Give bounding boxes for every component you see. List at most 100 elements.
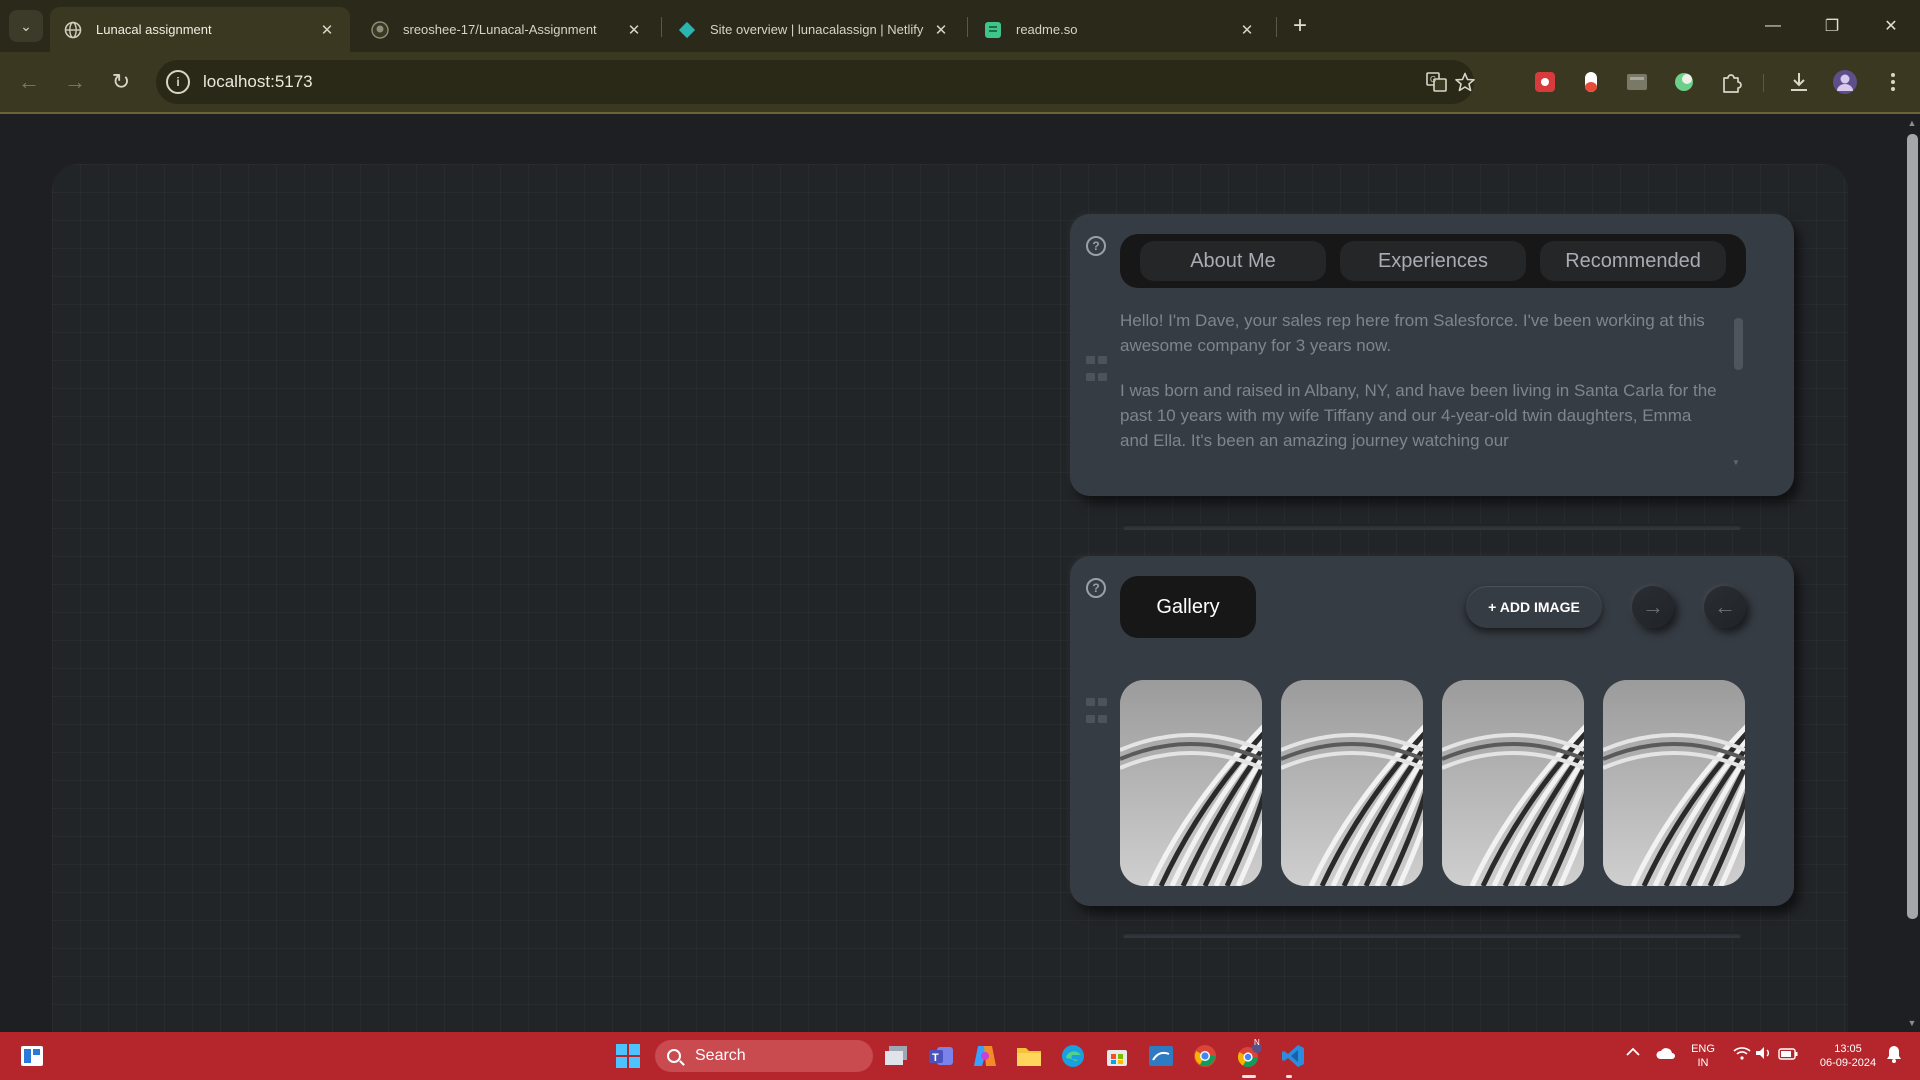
task-view-icon[interactable] [880, 1040, 912, 1072]
gallery-image-art [1120, 680, 1262, 886]
browser-tab-github[interactable]: sreoshee-17/Lunacal-Assignment ✕ [357, 7, 657, 52]
notification-bell-icon[interactable] [1886, 1045, 1902, 1066]
battery-icon[interactable] [1778, 1047, 1798, 1063]
teams-icon[interactable]: T [925, 1040, 957, 1072]
tab-title: Lunacal assignment [96, 22, 212, 37]
page-scrollbar-thumb[interactable] [1907, 134, 1918, 919]
netlify-icon [678, 21, 696, 39]
gallery-widget: ? Gallery + ADD IMAGE → ← [1070, 556, 1794, 906]
help-icon[interactable]: ? [1086, 578, 1106, 598]
close-tab-icon[interactable]: ✕ [625, 21, 643, 39]
edge-icon[interactable] [1057, 1040, 1089, 1072]
site-info-icon[interactable]: i [166, 70, 190, 94]
close-tab-icon[interactable]: ✕ [318, 21, 336, 39]
address-url[interactable]: localhost:5173 [203, 72, 313, 92]
close-tab-icon[interactable]: ✕ [932, 21, 950, 39]
arrow-left-icon: ← [18, 69, 40, 94]
scroll-down-icon[interactable]: ▼ [1732, 458, 1740, 467]
tab-experiences[interactable]: Experiences [1340, 241, 1526, 281]
extension-capsule-icon[interactable] [1578, 69, 1604, 95]
tab-about-me[interactable]: About Me [1140, 241, 1326, 281]
minimize-button[interactable]: — [1744, 0, 1802, 52]
drag-grip-icon[interactable] [1086, 698, 1107, 728]
section-divider [1122, 524, 1742, 530]
search-icon [667, 1049, 681, 1063]
input-language[interactable]: ENG IN [1686, 1042, 1720, 1070]
reload-button[interactable]: ↻ [104, 65, 138, 99]
gallery-next-button[interactable]: → [1632, 586, 1674, 628]
restore-icon: ❐ [1824, 18, 1840, 35]
about-tab-bar: About Me Experiences Recommended [1120, 234, 1746, 288]
new-tab-button[interactable]: + [1286, 12, 1314, 40]
extension-red-icon[interactable] [1532, 69, 1558, 95]
show-hidden-icons-chevron-icon[interactable] [1626, 1044, 1640, 1060]
microsoft-store-icon[interactable] [1101, 1040, 1133, 1072]
close-window-button[interactable]: ✕ [1862, 0, 1920, 52]
browser-tab-netlify[interactable]: Site overview | lunacalassign | Netlify … [664, 7, 964, 52]
profile-avatar[interactable] [1832, 69, 1858, 95]
gallery-title: Gallery [1120, 576, 1256, 638]
page-viewport: ? About Me Experiences Recommended Hello… [0, 114, 1920, 1032]
browser-tab-readme[interactable]: readme.so ✕ [970, 7, 1270, 52]
gallery-image[interactable] [1442, 680, 1584, 886]
extensions-puzzle-icon[interactable] [1718, 69, 1744, 95]
wifi-icon[interactable] [1733, 1046, 1751, 1063]
bookmark-star-icon[interactable] [1452, 69, 1478, 95]
gallery-image[interactable] [1120, 680, 1262, 886]
svg-text:T: T [932, 1052, 939, 1064]
github-icon [371, 20, 389, 39]
copilot-icon[interactable] [969, 1040, 1001, 1072]
browser-tab-lunacal[interactable]: Lunacal assignment ✕ [50, 7, 350, 52]
add-image-button[interactable]: + ADD IMAGE [1466, 586, 1602, 628]
extension-media-icon[interactable] [1624, 69, 1650, 95]
page-scrollbar[interactable]: ▲ ▼ [1904, 114, 1920, 1032]
gallery-image[interactable] [1281, 680, 1423, 886]
download-icon[interactable] [1786, 69, 1812, 95]
close-icon: ✕ [1884, 18, 1898, 35]
clock[interactable]: 13:05 06-09-2024 [1806, 1042, 1890, 1070]
plus-icon: + [1292, 12, 1307, 39]
globe-icon [64, 21, 82, 39]
taskbar-search-label: Search [695, 1047, 746, 1064]
close-tab-icon[interactable]: ✕ [1238, 21, 1256, 39]
chrome-icon[interactable] [1189, 1040, 1221, 1072]
translate-icon[interactable]: G [1424, 69, 1450, 95]
about-paragraph: I was born and raised in Albany, NY, and… [1120, 381, 1717, 450]
notification-badge: N [1254, 1038, 1260, 1047]
gallery-image-art [1603, 680, 1745, 886]
mysql-icon[interactable] [1145, 1040, 1177, 1072]
active-app-indicator [1242, 1075, 1256, 1078]
drag-grip-icon[interactable] [1086, 356, 1107, 386]
vscode-icon[interactable] [1277, 1040, 1309, 1072]
taskbar-search[interactable]: Search [655, 1040, 873, 1072]
address-bar[interactable]: i localhost:5173 G [156, 60, 1475, 104]
scroll-up-icon[interactable]: ▲ [1907, 118, 1917, 128]
arrow-left-icon: ← [1714, 594, 1736, 619]
volume-icon[interactable] [1755, 1046, 1773, 1063]
about-scrollbar-thumb[interactable] [1734, 318, 1743, 370]
scroll-down-icon[interactable]: ▼ [1907, 1018, 1917, 1028]
tab-search-button[interactable]: ⌄ [9, 10, 43, 42]
tab-title: readme.so [1016, 22, 1078, 37]
browser-toolbar: ← → ↻ i localhost:5173 G [0, 52, 1920, 112]
widgets-icon[interactable] [16, 1040, 48, 1072]
tab-recommended[interactable]: Recommended [1540, 241, 1726, 281]
onedrive-cloud-icon[interactable] [1656, 1046, 1676, 1063]
windows-start-icon[interactable] [612, 1040, 644, 1072]
windows-taskbar: Search T N ENG IN 13:05 06-09-2024 [0, 1032, 1920, 1080]
forward-button[interactable]: → [58, 65, 92, 99]
gallery-image-art [1442, 680, 1584, 886]
file-explorer-icon[interactable] [1013, 1040, 1045, 1072]
back-button[interactable]: ← [12, 65, 46, 99]
language-code: ENG [1691, 1043, 1715, 1055]
help-icon[interactable]: ? [1086, 236, 1106, 256]
tab-separator [967, 17, 968, 37]
arrow-right-icon: → [64, 69, 86, 94]
browser-menu-icon[interactable] [1880, 69, 1906, 95]
gallery-prev-button[interactable]: ← [1704, 586, 1746, 628]
chevron-down-icon: ⌄ [20, 17, 32, 34]
gallery-image[interactable] [1603, 680, 1745, 886]
chrome-active-icon[interactable]: N [1233, 1038, 1265, 1072]
restore-button[interactable]: ❐ [1803, 0, 1861, 52]
extension-palette-icon[interactable] [1671, 69, 1697, 95]
